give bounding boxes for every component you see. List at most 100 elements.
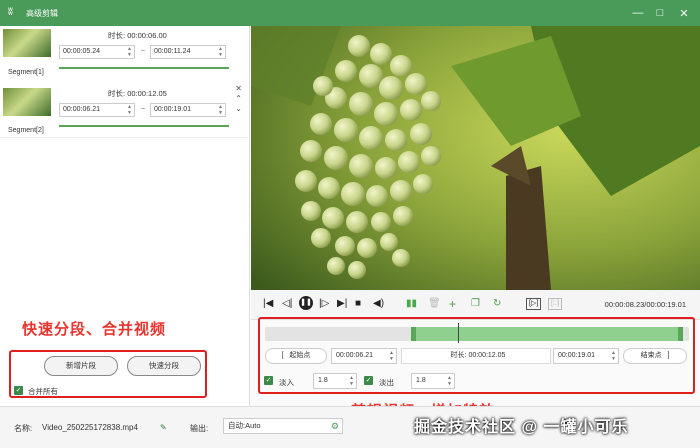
edit-panel: [ 起始点 00:00:06.21 ▲ ▼ 时长: 00:00:12.05 00:0… <box>251 317 700 420</box>
fade-in-label: 淡入 <box>279 378 294 387</box>
end-value: 00:00:19.01 <box>154 106 191 113</box>
segment-duration: 时长: 00:00:12.05 <box>108 88 167 99</box>
move-up-icon[interactable]: ⌃ <box>235 94 242 103</box>
start-time-value: 00:00:06.21 <box>336 352 373 359</box>
pause-icon[interactable]: ❚❚ <box>299 296 313 310</box>
move-down-icon[interactable]: ⌄ <box>235 104 242 113</box>
start-value: 00:00:06.21 <box>63 106 100 113</box>
skip-start-icon[interactable]: |◀ <box>263 298 273 310</box>
set-start-label: 起始点 <box>289 352 311 359</box>
split-icon[interactable]: ▮▮ <box>406 298 417 310</box>
fade-in-value: 1.8 <box>318 377 328 384</box>
output-value: 自动:Auto <box>228 421 261 430</box>
end-time-value: 00:00:19.01 <box>558 352 595 359</box>
spin-icon[interactable]: ▲ ▼ <box>611 350 616 362</box>
add-icon[interactable]: + <box>449 298 456 310</box>
spin-icon[interactable]: ▲ ▼ <box>349 375 354 387</box>
output-select[interactable]: 自动:Auto ⚙ <box>223 418 343 434</box>
timeline[interactable] <box>265 323 689 343</box>
delete-segment-icon[interactable]: ✕ <box>235 84 242 93</box>
file-name: Video_250225172838.mp4 <box>42 423 138 432</box>
segment-end-input[interactable]: 00:00:11.24 ▲ ▼ <box>150 45 226 59</box>
range-dash: – <box>141 105 145 112</box>
segment-list-panel: Segment[1] 时长: 00:00:06.00 00:00:05.24 ▲ ▼… <box>0 26 250 406</box>
duration-label: 时长: <box>108 89 126 98</box>
segment-thumbnail <box>3 29 51 57</box>
merge-all-label: 合并所有 <box>28 387 58 396</box>
copy-icon[interactable]: ❐ <box>471 298 480 310</box>
playhead[interactable] <box>458 323 459 343</box>
title-bar: ʬ 高级剪辑 — □ ✕ <box>0 0 700 26</box>
fade-in-input[interactable]: 1.8 ▲ ▼ <box>313 373 357 389</box>
end-time-input[interactable]: 00:00:19.01 ▲ ▼ <box>553 348 619 364</box>
segment-start-input[interactable]: 00:00:06.21 ▲ ▼ <box>59 103 135 117</box>
window-title: 高级剪辑 <box>26 8 58 18</box>
segment-label: Segment[2] <box>8 127 44 134</box>
minimize-icon[interactable]: — <box>626 0 650 26</box>
start-time-input[interactable]: 00:00:06.21 ▲ ▼ <box>331 348 397 364</box>
annotation-left: 快速分段、合并视频 <box>22 321 167 338</box>
segment-duration: 时长: 00:00:06.00 <box>108 30 167 41</box>
delete-icon[interactable]: 🗑 <box>428 298 441 310</box>
preview-frame <box>251 26 700 290</box>
segment-progress <box>59 125 229 127</box>
duration-value: 00:00:12.05 <box>468 352 506 359</box>
app-logo-icon: ʬ <box>8 7 13 18</box>
selection-end-handle[interactable] <box>678 327 683 341</box>
maximize-icon[interactable]: □ <box>648 0 672 26</box>
spin-icon[interactable]: ▲ ▼ <box>127 104 132 116</box>
video-preview[interactable] <box>251 26 700 290</box>
segment-item[interactable]: Segment[1] 时长: 00:00:06.00 00:00:05.24 ▲ ▼… <box>0 26 248 82</box>
duration-label: 时长: <box>108 31 126 40</box>
segment-start-input[interactable]: 00:00:05.24 ▲ ▼ <box>59 45 135 59</box>
range-dash: – <box>141 47 145 54</box>
duration-value: 00:00:12.05 <box>127 89 167 98</box>
bracket-right-icon: ] <box>667 352 670 359</box>
fade-out-input[interactable]: 1.8 ▲ ▼ <box>411 373 455 389</box>
set-end-button[interactable]: 结束点 ] <box>623 348 687 364</box>
duration-value: 00:00:06.00 <box>127 31 167 40</box>
spin-icon[interactable]: ▲ ▼ <box>218 104 223 116</box>
segment-label: Segment[1] <box>8 69 44 76</box>
set-start-button[interactable]: [ 起始点 <box>265 348 327 364</box>
spin-icon[interactable]: ▲ ▼ <box>218 46 223 58</box>
player-controls: |◀ ◁| ❚❚ |▷ ▶| ■ ◀) ▮▮ 🗑 + ❐ ↻ [▷] [□] 0… <box>251 290 700 320</box>
duration-display: 时长: 00:00:12.05 <box>401 348 551 364</box>
segment-progress <box>59 67 229 69</box>
timecode: 00:00:08.23/00:00:19.01 <box>604 300 686 309</box>
mark-in-icon[interactable]: [▷] <box>526 298 542 310</box>
stop-icon[interactable]: ■ <box>355 298 361 310</box>
spin-icon[interactable]: ▲ ▼ <box>127 46 132 58</box>
fade-out-label: 淡出 <box>379 378 394 387</box>
mark-out-icon[interactable]: [□] <box>548 298 563 310</box>
edit-name-icon[interactable]: ✎ <box>160 423 167 432</box>
duration-label: 时长: <box>450 352 467 359</box>
skip-end-icon[interactable]: ▶| <box>337 298 347 310</box>
end-value: 00:00:11.24 <box>154 48 191 55</box>
quick-segment-button[interactable]: 快速分段 <box>127 356 201 376</box>
merge-all-checkbox[interactable]: ✓ <box>14 386 23 395</box>
close-icon[interactable]: ✕ <box>672 0 696 26</box>
fade-in-checkbox[interactable]: ✓ <box>264 376 273 385</box>
volume-icon[interactable]: ◀) <box>373 298 384 310</box>
watermark: 掘金技术社区 @ 一罐小可乐 <box>414 419 629 436</box>
gear-icon[interactable]: ⚙ <box>331 420 339 432</box>
bracket-left-icon: [ <box>281 352 284 359</box>
segment-end-input[interactable]: 00:00:19.01 ▲ ▼ <box>150 103 226 117</box>
spin-icon[interactable]: ▲ ▼ <box>389 350 394 362</box>
name-label: 名称: <box>14 424 33 433</box>
spin-icon[interactable]: ▲ ▼ <box>447 375 452 387</box>
reset-icon[interactable]: ↻ <box>493 298 501 310</box>
step-back-icon[interactable]: ◁| <box>282 298 292 310</box>
start-value: 00:00:05.24 <box>63 48 100 55</box>
selection-start-handle[interactable] <box>411 327 416 341</box>
segment-item[interactable]: Segment[2] 时长: 00:00:12.05 00:00:06.21 ▲ ▼… <box>0 82 248 138</box>
output-label: 输出: <box>190 424 209 433</box>
set-end-label: 结束点 <box>640 352 662 359</box>
add-segment-button[interactable]: 新增片段 <box>44 356 118 376</box>
fade-out-value: 1.8 <box>416 377 426 384</box>
step-forward-icon[interactable]: |▷ <box>319 298 329 310</box>
timeline-selection[interactable] <box>411 327 683 341</box>
fade-out-checkbox[interactable]: ✓ <box>364 376 373 385</box>
segment-thumbnail <box>3 88 51 116</box>
